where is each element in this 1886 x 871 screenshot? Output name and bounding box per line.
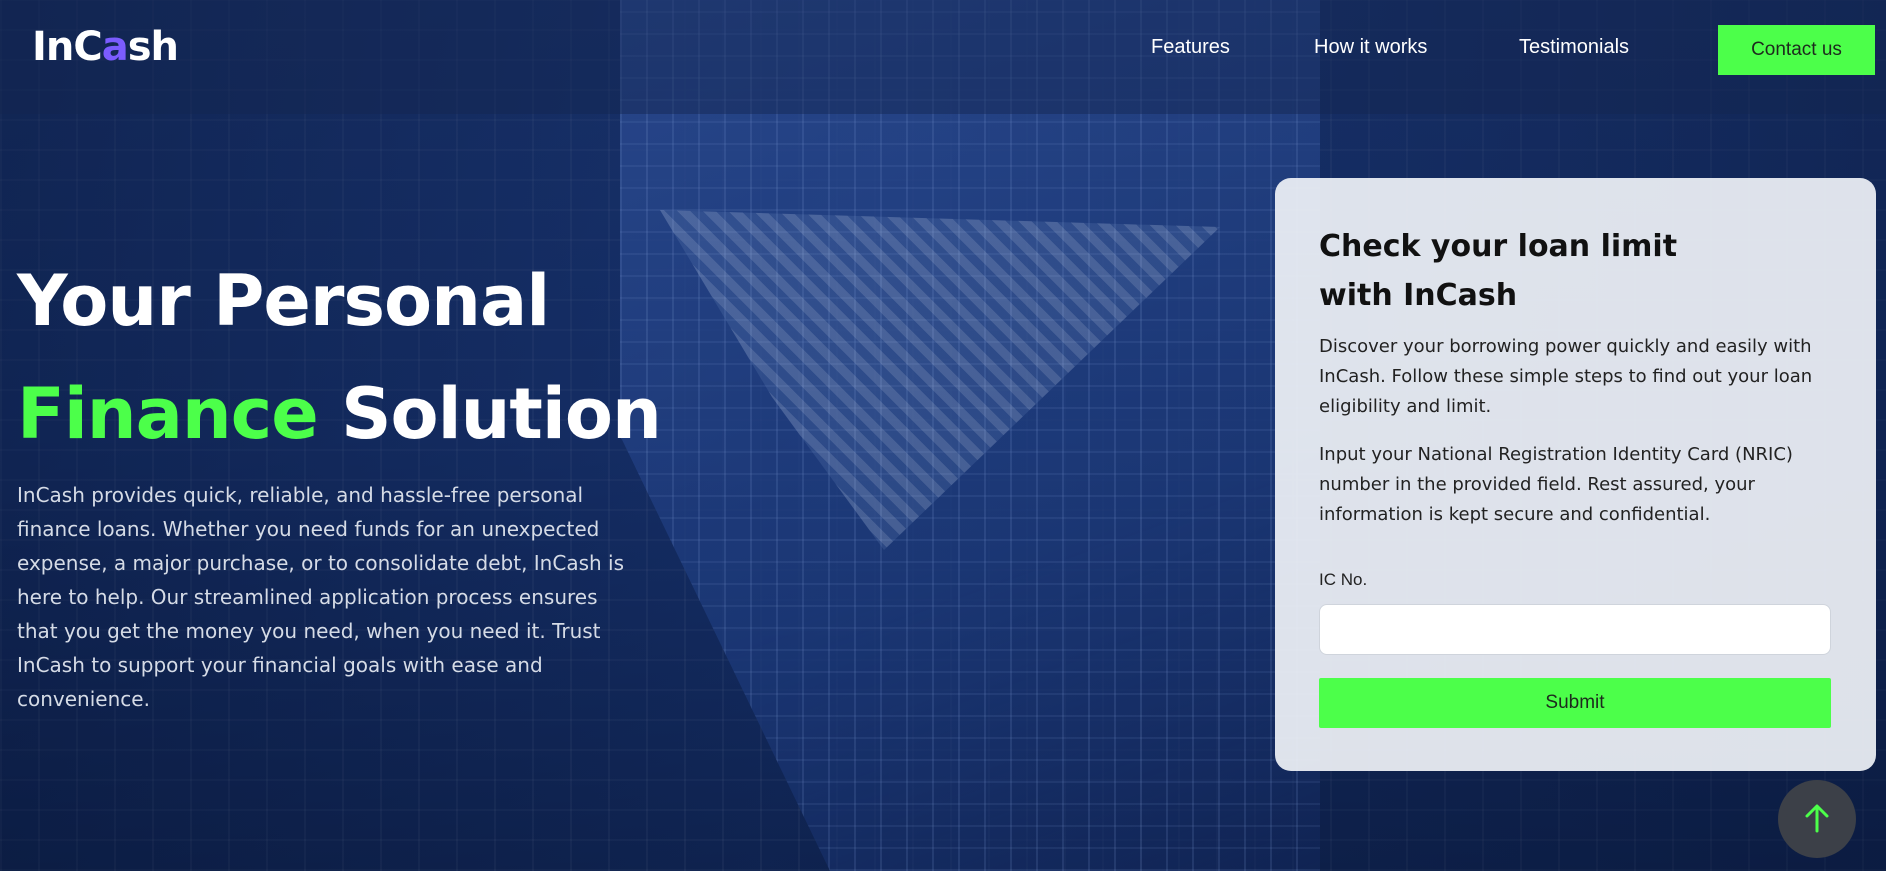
logo[interactable]: InCash bbox=[32, 24, 179, 70]
card-title: Check your loan limit with InCash bbox=[1319, 229, 1678, 313]
hero-title-accent: Finance bbox=[17, 373, 319, 455]
navbar: InCash Features How it works Testimonial… bbox=[0, 0, 1886, 114]
nav-link-features[interactable]: Features bbox=[1151, 36, 1230, 59]
hero-title: Your Personal Finance Solution bbox=[17, 245, 662, 471]
card-paragraph-intro: Discover your borrowing power quickly an… bbox=[1319, 336, 1813, 417]
hero-title-line1: Your Personal bbox=[17, 260, 550, 342]
submit-button[interactable]: Submit bbox=[1319, 678, 1831, 728]
card-paragraph-instructions: Input your National Registration Identit… bbox=[1319, 444, 1793, 525]
ic-number-input[interactable] bbox=[1319, 604, 1831, 655]
hero-description: InCash provides quick, reliable, and has… bbox=[17, 483, 625, 711]
nav-link-how-it-works[interactable]: How it works bbox=[1314, 36, 1427, 59]
hero-title-rest: Solution bbox=[341, 373, 662, 455]
contact-us-button[interactable]: Contact us bbox=[1718, 25, 1875, 75]
scroll-to-top-button[interactable] bbox=[1778, 780, 1856, 858]
nav-link-testimonials[interactable]: Testimonials bbox=[1519, 36, 1629, 59]
ic-number-label: IC No. bbox=[1319, 570, 1368, 589]
arrow-up-icon bbox=[1804, 803, 1830, 836]
loan-limit-card: Check your loan limit with InCash Discov… bbox=[1275, 178, 1876, 771]
